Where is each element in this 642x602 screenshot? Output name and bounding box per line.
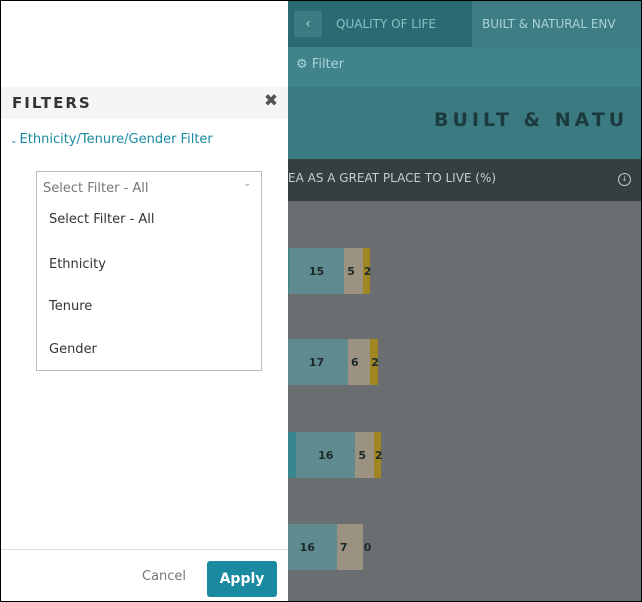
bar-segment-disagree: 5 bbox=[344, 248, 363, 294]
bar-segment-strongly-disagree: 2 bbox=[373, 432, 383, 478]
data-label: 2 bbox=[374, 448, 383, 462]
bar-segment-neutral: 15 bbox=[288, 248, 345, 294]
bar-segment-strongly-disagree: 2 bbox=[370, 339, 379, 385]
bar-segment-disagree: 6 bbox=[348, 339, 371, 385]
tab-built-natural-environment[interactable]: BUILT & NATURAL ENV bbox=[472, 1, 641, 47]
filter-bar: ⚙ Filter bbox=[288, 47, 641, 87]
select-value: Select Filter - All bbox=[43, 181, 149, 196]
data-label: 6 bbox=[351, 355, 359, 369]
data-label: 5 bbox=[358, 448, 367, 462]
data-label: 2 bbox=[371, 355, 379, 369]
section-title: BUILT & NATU bbox=[434, 109, 629, 131]
bar-segment-disagree: 5 bbox=[355, 432, 374, 478]
app-window: ‹ QUALITY OF LIFE BUILT & NATURAL ENV ⚙ … bbox=[0, 0, 642, 602]
panel-title: FILTERS bbox=[12, 94, 92, 112]
section-banner: BUILT & NATU bbox=[288, 87, 641, 159]
data-label: 5 bbox=[347, 264, 355, 278]
bar-segment-strongly-disagree: 0 bbox=[363, 524, 372, 570]
filter-select[interactable]: Select Filter - All ⌄ Select Filter - Al… bbox=[36, 171, 262, 371]
tab-quality-of-life[interactable]: QUALITY OF LIFE bbox=[336, 1, 436, 47]
data-label: 16 bbox=[299, 540, 315, 554]
chart-header: EA AS A GREAT PLACE TO LIVE (%) ↓ bbox=[288, 159, 641, 201]
data-label: 2 bbox=[363, 264, 372, 278]
chevron-down-icon: ⌄ bbox=[243, 178, 252, 189]
bar-segment-neutral: 16 bbox=[296, 432, 356, 478]
select-option[interactable]: Select Filter - All bbox=[49, 212, 155, 227]
chart-title: EA AS A GREAT PLACE TO LIVE (%) bbox=[288, 171, 497, 185]
gear-icon: ⚙ bbox=[296, 57, 308, 72]
bar-segment-disagree: 7 bbox=[336, 524, 363, 570]
select-option[interactable]: Ethnicity bbox=[49, 257, 106, 272]
chevron-left-icon[interactable]: ‹ bbox=[294, 11, 322, 37]
data-label: 16 bbox=[318, 448, 334, 462]
accordion-label: Ethnicity/Tenure/Gender Filter bbox=[19, 132, 213, 147]
select-option[interactable]: Tenure bbox=[49, 299, 92, 314]
filter-panel: FILTERS ✖ ⌄ Ethnicity/Tenure/Gender Filte… bbox=[1, 1, 288, 601]
bar-segment-neutral: 16 bbox=[288, 524, 337, 570]
filter-label: Filter bbox=[311, 57, 344, 72]
data-label: 7 bbox=[339, 540, 348, 554]
cancel-button[interactable]: Cancel bbox=[142, 569, 186, 584]
download-icon[interactable]: ↓ bbox=[618, 173, 631, 186]
dashboard-background: ‹ QUALITY OF LIFE BUILT & NATURAL ENV ⚙ … bbox=[288, 1, 641, 601]
apply-button[interactable]: Apply bbox=[207, 561, 277, 597]
data-label: 0 bbox=[363, 540, 372, 554]
bar-segment-strongly-disagree: 2 bbox=[362, 248, 372, 294]
filter-button[interactable]: ⚙ Filter bbox=[296, 57, 344, 72]
accordion-ethnicity-tenure-gender[interactable]: ⌄ Ethnicity/Tenure/Gender Filter bbox=[10, 132, 213, 147]
close-icon[interactable]: ✖ bbox=[262, 90, 280, 112]
bar-segment-neutral: 17 bbox=[288, 339, 348, 385]
data-label: 15 bbox=[308, 264, 325, 278]
select-option[interactable]: Gender bbox=[49, 342, 97, 357]
bar-segment-agree: 56 bbox=[288, 432, 297, 478]
tab-bar: ‹ QUALITY OF LIFE BUILT & NATURAL ENV bbox=[288, 1, 641, 47]
chevron-down-icon: ⌄ bbox=[10, 136, 18, 146]
data-label: 17 bbox=[308, 355, 325, 369]
